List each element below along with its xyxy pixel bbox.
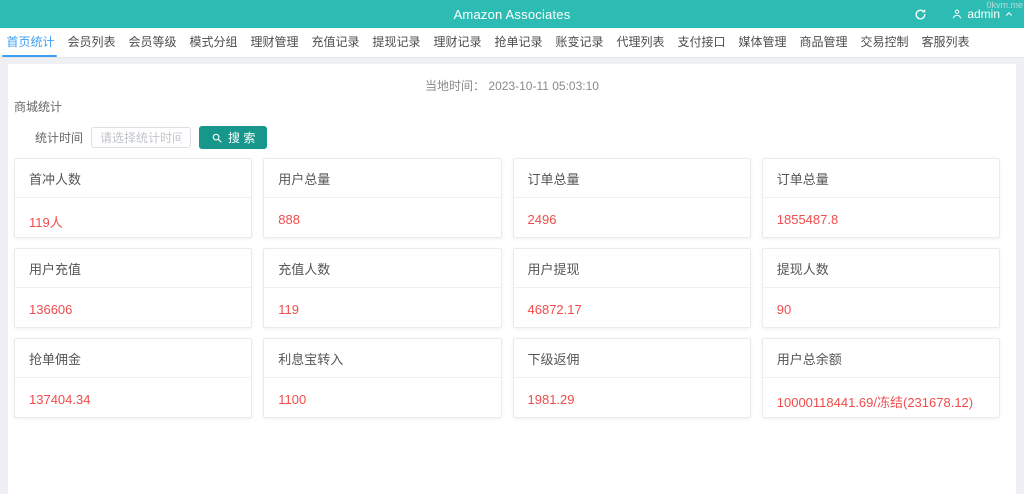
- search-button-label: 搜 索: [228, 131, 256, 145]
- nav-tab[interactable]: 账变记录: [549, 28, 610, 57]
- stat-card-value: 888: [278, 212, 300, 227]
- nav-tab[interactable]: 媒体管理: [732, 28, 793, 57]
- nav-tab-label: 会员列表: [67, 35, 116, 49]
- stat-card: 提现人数 90: [761, 248, 1000, 328]
- nav-tab[interactable]: 代理列表: [610, 28, 671, 57]
- local-time-value: 2023-10-11 05:03:10: [488, 79, 599, 93]
- nav-tab-label: 客服列表: [921, 35, 970, 49]
- nav-tab-label: 提现记录: [372, 35, 421, 49]
- stat-card: 下级返佣 1981.29: [512, 338, 751, 418]
- stat-time-input[interactable]: [91, 127, 192, 148]
- stat-card-title: 充值人数: [264, 249, 501, 288]
- chevron-up-icon: [1004, 9, 1014, 19]
- nav-tab[interactable]: 交易控制: [854, 28, 915, 57]
- nav-tab[interactable]: 会员等级: [122, 28, 183, 57]
- nav-tab[interactable]: 首页统计: [0, 28, 61, 57]
- nav-tab-label: 媒体管理: [738, 35, 787, 49]
- nav-tab-label: 账变记录: [555, 35, 604, 49]
- local-time-label: 当地时间：: [425, 79, 486, 93]
- nav-tab-label: 理财管理: [250, 35, 299, 49]
- stat-card: 充值人数 119: [263, 248, 502, 328]
- stat-card-title: 用户提现: [513, 249, 750, 288]
- nav-tab-label: 支付接口: [677, 35, 726, 49]
- stat-card-value: 119人: [29, 215, 63, 230]
- nav-tab-label: 会员等级: [128, 35, 177, 49]
- nav-tab[interactable]: 支付接口: [671, 28, 732, 57]
- user-name: admin: [967, 7, 1000, 21]
- nav-tab-label: 抢单记录: [494, 35, 543, 49]
- nav-tab[interactable]: 理财记录: [427, 28, 488, 57]
- filter-row: 统计时间 搜 索: [35, 126, 1016, 149]
- stat-card-title: 首冲人数: [15, 159, 252, 198]
- user-icon: [951, 8, 963, 20]
- stat-card-title: 利息宝转入: [264, 339, 501, 378]
- stat-card-value: 136606: [29, 302, 73, 317]
- stat-card-title: 用户总量: [264, 159, 501, 198]
- stat-card-title: 下级返佣: [513, 339, 750, 378]
- nav-tab[interactable]: 模式分组: [183, 28, 244, 57]
- stat-card-value: 1855487.8: [776, 212, 839, 227]
- header-actions: admin: [912, 0, 1014, 28]
- search-icon: [211, 132, 223, 144]
- stat-card-value: 46872.17: [527, 302, 582, 317]
- search-button[interactable]: 搜 索: [199, 126, 268, 149]
- stat-card-value: 2496: [527, 212, 557, 227]
- nav-tab-label: 代理列表: [616, 35, 665, 49]
- stat-card: 订单总量 2496: [512, 158, 751, 238]
- nav-tab[interactable]: 提现记录: [366, 28, 427, 57]
- stat-card-title: 订单总量: [513, 159, 750, 198]
- nav-tab-label: 首页统计: [6, 35, 55, 49]
- stat-card: 用户充值 136606: [14, 248, 253, 328]
- nav-tab[interactable]: 客服列表: [915, 28, 976, 57]
- stats-grid: 首冲人数 119人 用户总量 888 订单总量 2496 订单总量 185548…: [8, 149, 1016, 418]
- nav-tab[interactable]: 充值记录: [305, 28, 366, 57]
- nav-tab-label: 商品管理: [799, 35, 848, 49]
- stat-card: 用户提现 46872.17: [512, 248, 751, 328]
- filter-label: 统计时间: [35, 131, 84, 145]
- stat-card-title: 提现人数: [762, 249, 999, 288]
- refresh-button[interactable]: [912, 6, 929, 23]
- section-title: 商城统计: [14, 100, 63, 114]
- app-title: Amazon Associates: [453, 6, 571, 22]
- nav-tabbar: 首页统计 会员列表 会员等级 模式分组 理财管理 充值记录 提现记录 理财记录 …: [0, 28, 1024, 58]
- stat-card-value: 1100: [278, 392, 307, 407]
- local-time: 当地时间： 2023-10-11 05:03:10: [8, 64, 1016, 94]
- user-menu[interactable]: admin: [951, 7, 1014, 21]
- content-panel: 当地时间： 2023-10-11 05:03:10 商城统计 统计时间 搜 索 …: [8, 64, 1016, 494]
- nav-tab[interactable]: 商品管理: [793, 28, 854, 57]
- stat-card-title: 订单总量: [762, 159, 999, 198]
- top-header: 0kvm.me Amazon Associates admin: [0, 0, 1024, 28]
- stat-card-title: 用户充值: [15, 249, 252, 288]
- stat-card-title: 用户总余额: [762, 339, 999, 378]
- nav-tab-label: 交易控制: [860, 35, 909, 49]
- stat-card-value: 137404.34: [29, 392, 91, 407]
- nav-tab-label: 充值记录: [311, 35, 360, 49]
- stat-card: 首冲人数 119人: [14, 158, 253, 238]
- stat-card-value: 1981.29: [527, 392, 575, 407]
- nav-tab[interactable]: 会员列表: [61, 28, 122, 57]
- stat-card: 利息宝转入 1100: [263, 338, 502, 418]
- stat-card: 用户总余额 10000118441.69/冻结(231678.12): [761, 338, 1000, 418]
- stat-card: 用户总量 888: [263, 158, 502, 238]
- stat-card-value: 10000118441.69/冻结(231678.12): [776, 395, 974, 410]
- stat-card-value: 119: [278, 302, 299, 317]
- nav-tab-label: 模式分组: [189, 35, 238, 49]
- nav-tab[interactable]: 理财管理: [244, 28, 305, 57]
- stat-card-value: 90: [776, 302, 792, 317]
- stat-card: 订单总量 1855487.8: [761, 158, 1000, 238]
- stat-card-title: 抢单佣金: [15, 339, 252, 378]
- nav-tab-label: 理财记录: [433, 35, 482, 49]
- page: 0kvm.me Amazon Associates admin 首页统计 会员列…: [0, 0, 1024, 494]
- nav-tab[interactable]: 抢单记录: [488, 28, 549, 57]
- refresh-icon: [914, 8, 927, 21]
- stat-card: 抢单佣金 137404.34: [14, 338, 253, 418]
